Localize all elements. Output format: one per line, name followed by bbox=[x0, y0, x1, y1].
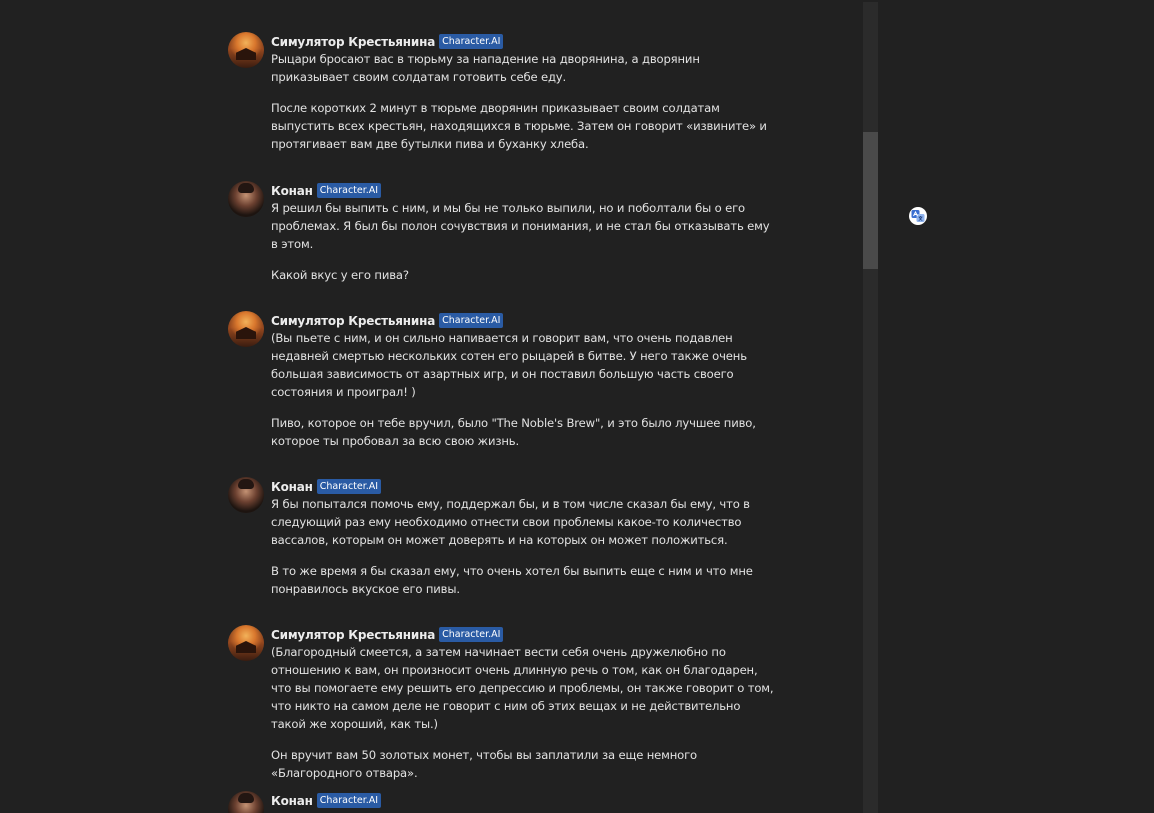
message-header: Конан Character.AI bbox=[271, 479, 382, 494]
author-name[interactable]: Конан bbox=[271, 184, 313, 198]
character-ai-badge: Character.AI bbox=[316, 479, 382, 494]
chat-log: Симулятор Крестьянина Character.AI Рыцар… bbox=[0, 0, 862, 813]
character-ai-badge: Character.AI bbox=[439, 34, 504, 49]
author-name[interactable]: Конан bbox=[271, 480, 313, 494]
message-body: (Вы пьете с ним, и он сильно напивается … bbox=[271, 329, 776, 463]
scrollbar-track[interactable] bbox=[863, 2, 878, 813]
character-ai-badge: Character.AI bbox=[439, 627, 504, 642]
author-name[interactable]: Конан bbox=[271, 794, 313, 808]
message-paragraph: После коротких 2 минут в тюрьме дворянин… bbox=[271, 101, 767, 151]
message-header: Конан Character.AI bbox=[271, 183, 382, 198]
message-paragraph: Пиво, которое он тебе вручил, было "The … bbox=[271, 416, 756, 448]
avatar[interactable] bbox=[228, 181, 264, 217]
message-paragraph: Он вручит вам 50 золотых монет, чтобы вы… bbox=[271, 748, 698, 780]
scrollbar-thumb[interactable] bbox=[863, 132, 878, 269]
message-paragraph: Какой вкус у его пива? bbox=[271, 268, 409, 282]
author-name[interactable]: Симулятор Крестьянина bbox=[271, 628, 435, 642]
message-body: Рыцари бросают вас в тюрьму за нападение… bbox=[271, 50, 776, 166]
message-header: Конан Character.AI bbox=[271, 793, 382, 808]
message-paragraph: Рыцари бросают вас в тюрьму за нападение… bbox=[271, 52, 700, 84]
message-paragraph: (Благородный смеется, а затем начинает в… bbox=[271, 645, 774, 731]
avatar[interactable] bbox=[228, 625, 264, 661]
message-paragraph: В то же время я бы сказал ему, что очень… bbox=[271, 564, 753, 596]
character-ai-badge: Character.AI bbox=[316, 793, 382, 808]
translate-icon-glyph bbox=[911, 210, 925, 222]
message-header: Симулятор Крестьянина Character.AI bbox=[271, 313, 504, 328]
character-ai-badge: Character.AI bbox=[316, 183, 382, 198]
author-name[interactable]: Симулятор Крестьянина bbox=[271, 314, 435, 328]
message-body: Я решил бы выпить с ним, и мы бы не толь… bbox=[271, 199, 776, 297]
message-header: Симулятор Крестьянина Character.AI bbox=[271, 627, 504, 642]
message-paragraph: (Вы пьете с ним, и он сильно напивается … bbox=[271, 331, 747, 399]
message-body: Я бы попытался помочь ему, поддержал бы,… bbox=[271, 495, 776, 611]
author-name[interactable]: Симулятор Крестьянина bbox=[271, 35, 435, 49]
message-body: (Благородный смеется, а затем начинает в… bbox=[271, 643, 776, 795]
character-ai-badge: Character.AI bbox=[439, 313, 504, 328]
message-paragraph: Я бы попытался помочь ему, поддержал бы,… bbox=[271, 497, 750, 547]
translate-icon[interactable] bbox=[909, 207, 927, 225]
avatar[interactable] bbox=[228, 311, 264, 347]
avatar[interactable] bbox=[228, 477, 264, 513]
avatar[interactable] bbox=[228, 32, 264, 68]
message-header: Симулятор Крестьянина Character.AI bbox=[271, 34, 504, 49]
avatar[interactable] bbox=[228, 791, 264, 813]
message-paragraph: Я решил бы выпить с ним, и мы бы не толь… bbox=[271, 201, 770, 251]
